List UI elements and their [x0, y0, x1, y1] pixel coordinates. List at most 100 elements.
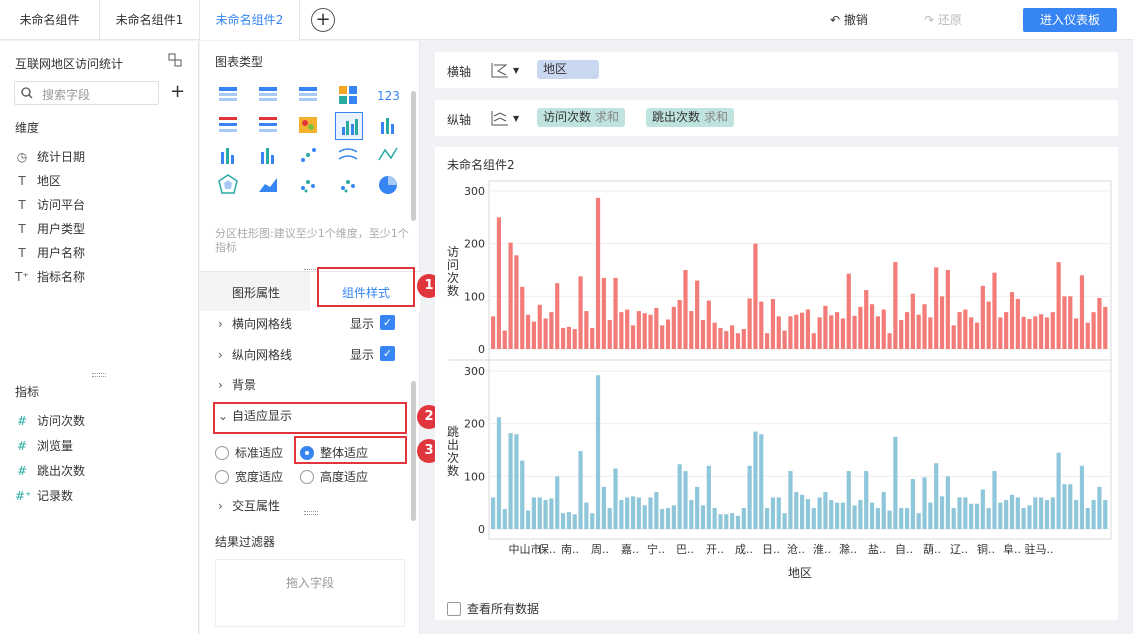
bar-bounces[interactable]	[613, 468, 618, 529]
chart-type-heatmap-icon[interactable]	[295, 112, 323, 140]
y-axis-field-pill[interactable]: 访问次数 求和	[537, 108, 626, 127]
bar-bounces[interactable]	[951, 507, 956, 529]
bar-visits[interactable]	[1004, 312, 1009, 349]
dimension-field[interactable]: T 地区	[15, 172, 61, 190]
bar-bounces[interactable]	[1039, 497, 1044, 529]
enter-dashboard-button[interactable]: 进入仪表板	[1023, 8, 1117, 32]
bar-bounces[interactable]	[1056, 452, 1061, 529]
bar-visits[interactable]	[969, 317, 974, 349]
bar-visits[interactable]	[1033, 316, 1038, 349]
bar-visits[interactable]	[730, 325, 735, 349]
x-axis-sort-icon[interactable]	[490, 60, 510, 80]
bar-visits[interactable]	[829, 315, 834, 349]
bar-bounces[interactable]	[1068, 484, 1073, 529]
chart-type-line-icon[interactable]	[335, 142, 363, 170]
bar-visits[interactable]	[788, 316, 793, 349]
bar-visits[interactable]	[864, 290, 869, 349]
bar-visits[interactable]	[677, 300, 682, 349]
bar-bounces[interactable]	[689, 500, 694, 529]
bar-bounces[interactable]	[677, 464, 682, 529]
measure-field[interactable]: # 浏览量	[15, 437, 73, 455]
undo-button[interactable]: ↶ 撤销	[830, 11, 868, 28]
property-scrollbar[interactable]	[411, 381, 416, 521]
bar-visits[interactable]	[840, 318, 846, 349]
bar-visits[interactable]	[753, 243, 758, 349]
bar-bounces[interactable]	[747, 465, 752, 529]
measure-field[interactable]: #⁺ 记录数	[15, 487, 73, 505]
bar-bounces[interactable]	[869, 502, 875, 529]
bar-bounces[interactable]	[496, 417, 502, 529]
bar-bounces[interactable]	[753, 431, 758, 529]
filter-drop-zone[interactable]: 拖入字段	[215, 559, 405, 627]
bar-bounces[interactable]	[934, 463, 939, 529]
bar-bounces[interactable]	[904, 507, 910, 529]
chart-type-scrollbar[interactable]	[411, 91, 416, 221]
bar-visits[interactable]	[636, 311, 641, 349]
bar-bounces[interactable]	[1050, 497, 1055, 529]
bar-bounces[interactable]	[1103, 500, 1108, 529]
bar-visits[interactable]	[665, 319, 671, 349]
chart-type-polyline-icon[interactable]	[375, 142, 403, 170]
bar-visits[interactable]	[770, 298, 776, 349]
bar-visits[interactable]	[642, 313, 647, 349]
dimension-field[interactable]: ◷ 统计日期	[15, 148, 85, 166]
bar-bounces[interactable]	[788, 471, 793, 529]
bar-bounces[interactable]	[625, 497, 630, 529]
bar-visits[interactable]	[630, 325, 636, 349]
bar-visits[interactable]	[625, 309, 630, 350]
bar-visits[interactable]	[496, 217, 502, 349]
bar-visits[interactable]	[1097, 297, 1102, 349]
y-axis-field-pill[interactable]: 跳出次数 求和	[646, 108, 735, 127]
panel-resize-handle[interactable]	[304, 511, 318, 515]
prop-interaction[interactable]: › 交互属性	[218, 497, 280, 514]
bar-bounces[interactable]	[1033, 497, 1038, 529]
tab-graphic-properties[interactable]: 图形属性	[232, 284, 280, 301]
bar-visits[interactable]	[1085, 322, 1090, 349]
bar-bounces[interactable]	[1027, 505, 1032, 529]
bar-visits[interactable]	[934, 267, 939, 349]
prop-background[interactable]: › 背景	[218, 376, 256, 393]
see-all-data-checkbox[interactable]: 查看所有数据	[447, 600, 539, 617]
bar-bounces[interactable]	[566, 512, 571, 529]
bar-bounces[interactable]	[491, 497, 496, 529]
bar-visits[interactable]	[928, 317, 933, 349]
x-axis-field-pill[interactable]: 地区	[537, 60, 599, 79]
chart-type-grouped-bar-selected-icon[interactable]	[335, 112, 363, 140]
chart-type-area-icon[interactable]	[255, 172, 283, 200]
bar-visits[interactable]	[1050, 312, 1055, 349]
bar-bounces[interactable]	[525, 510, 531, 529]
chart-type-map-grid-icon[interactable]	[335, 82, 363, 110]
bar-visits[interactable]	[893, 262, 898, 349]
bar-bounces[interactable]	[735, 515, 741, 529]
bar-bounces[interactable]	[543, 500, 548, 529]
bar-bounces[interactable]	[770, 497, 776, 529]
bar-bounces[interactable]	[893, 436, 898, 529]
bar-bounces[interactable]	[1004, 500, 1009, 529]
caret-down-icon[interactable]: ▼	[513, 114, 519, 123]
bar-visits[interactable]	[1056, 262, 1061, 349]
bar-visits[interactable]	[555, 283, 560, 349]
bar-visits[interactable]	[531, 321, 537, 349]
chart-type-bubble-icon[interactable]	[335, 172, 363, 200]
bar-visits[interactable]	[945, 270, 950, 349]
switch-dataset-icon[interactable]	[168, 53, 182, 67]
chart-type-bar-icon[interactable]	[375, 112, 403, 140]
measure-field[interactable]: # 访问次数	[15, 412, 85, 430]
bar-bounces[interactable]	[759, 434, 764, 529]
bar-bounces[interactable]	[654, 492, 659, 529]
bar-bounces[interactable]	[531, 497, 537, 529]
bar-bounces[interactable]	[508, 433, 513, 529]
bar-bounces[interactable]	[502, 508, 507, 529]
measure-field[interactable]: # 跳出次数	[15, 462, 85, 480]
bar-visits[interactable]	[747, 298, 752, 349]
bar-visits[interactable]	[823, 305, 828, 349]
bar-bounces[interactable]	[928, 502, 933, 529]
bar-visits[interactable]	[584, 311, 589, 349]
y-axis-sort-icon[interactable]	[490, 108, 510, 128]
bar-bounces[interactable]	[520, 460, 525, 529]
bar-bounces[interactable]	[601, 486, 606, 529]
bar-bounces[interactable]	[718, 514, 723, 529]
bar-visits[interactable]	[963, 309, 968, 350]
bar-visits[interactable]	[1103, 306, 1108, 349]
bar-bounces[interactable]	[560, 513, 566, 529]
